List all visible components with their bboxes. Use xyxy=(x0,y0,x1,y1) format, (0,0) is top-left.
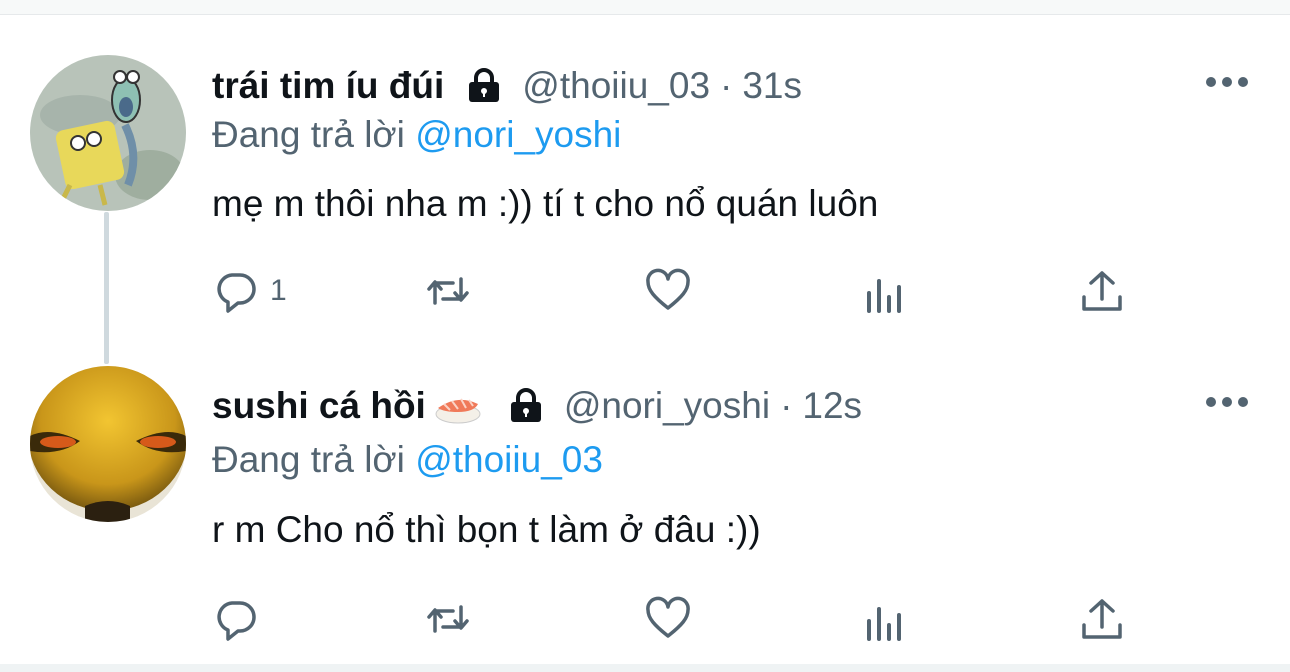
reply-count: 1 xyxy=(270,274,287,307)
analytics-icon xyxy=(867,607,901,641)
tweet-actions xyxy=(212,594,1132,644)
share-icon xyxy=(1082,271,1122,311)
avatar[interactable] xyxy=(30,55,186,211)
separator-dot: · xyxy=(720,65,733,106)
handle[interactable]: @nori_yoshi xyxy=(564,384,770,428)
separator-dot: · xyxy=(780,385,793,426)
like-icon xyxy=(646,268,690,310)
avatar[interactable] xyxy=(30,366,186,522)
like-icon xyxy=(646,596,690,638)
reply-button[interactable]: 1 xyxy=(212,266,287,316)
reply-prefix: Đang trả lời xyxy=(212,439,405,480)
tweet-actions: 1 xyxy=(212,266,1132,316)
display-name[interactable]: trái tim íu đúi xyxy=(212,64,444,108)
top-divider xyxy=(0,0,1290,15)
more-icon[interactable] xyxy=(1206,74,1248,90)
reply-icon xyxy=(217,601,256,641)
analytics-button[interactable] xyxy=(862,266,910,316)
sushi-emoji-icon xyxy=(434,386,482,426)
reply-mention-link[interactable]: @thoiiu_03 xyxy=(415,439,603,480)
replying-to: Đang trả lời @thoiiu_03 xyxy=(212,438,603,482)
tweet-text: r m Cho nổ thì bọn t làm ở đâu :)) xyxy=(212,509,761,550)
retweet-button[interactable] xyxy=(424,594,472,644)
share-button[interactable] xyxy=(1078,594,1126,644)
retweet-icon xyxy=(427,277,469,305)
timestamp[interactable]: 12s xyxy=(802,384,862,428)
analytics-button[interactable] xyxy=(862,594,910,644)
reply-icon xyxy=(217,273,256,313)
tweet-header: sushi cá hồi @nori_yoshi · 12s xyxy=(212,384,862,428)
like-button[interactable] xyxy=(644,266,692,316)
timestamp[interactable]: 31s xyxy=(742,64,802,108)
lock-icon xyxy=(506,386,546,426)
retweet-icon xyxy=(427,605,469,633)
display-name[interactable]: sushi cá hồi xyxy=(212,384,426,428)
tweet-text: mẹ m thôi nha m :)) tí t cho nổ quán luô… xyxy=(212,183,879,224)
reply-prefix: Đang trả lời xyxy=(212,114,405,155)
bottom-divider xyxy=(0,664,1290,672)
thread-connector-line xyxy=(104,212,109,364)
handle[interactable]: @thoiiu_03 xyxy=(522,64,710,108)
share-button[interactable] xyxy=(1078,266,1126,316)
replying-to: Đang trả lời @nori_yoshi xyxy=(212,113,621,157)
tweet-header: trái tim íu đúi @thoiiu_03 · 31s xyxy=(212,64,802,108)
more-icon[interactable] xyxy=(1206,394,1248,410)
retweet-button[interactable] xyxy=(424,266,472,316)
reply-button[interactable] xyxy=(212,594,270,644)
reply-mention-link[interactable]: @nori_yoshi xyxy=(415,114,621,155)
lock-icon xyxy=(464,66,504,106)
analytics-icon xyxy=(867,279,901,313)
share-icon xyxy=(1082,599,1122,639)
like-button[interactable] xyxy=(644,594,692,644)
